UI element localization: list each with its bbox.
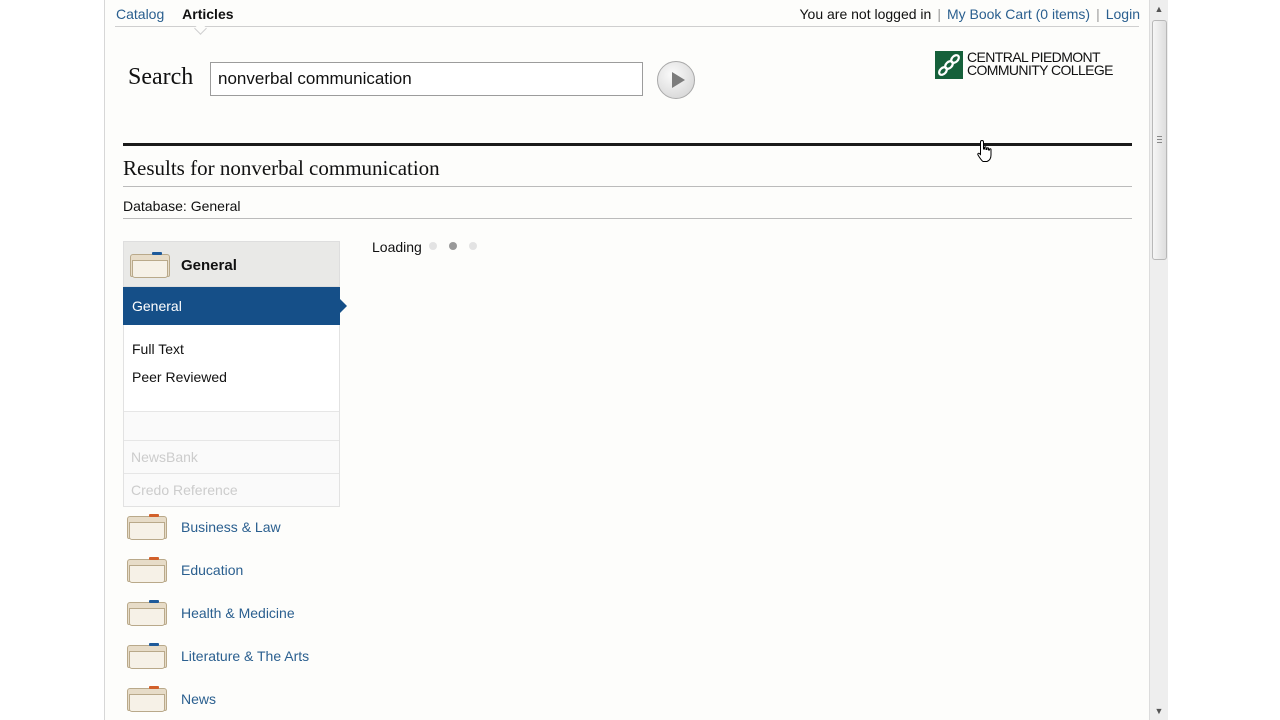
folder-icon — [127, 514, 167, 540]
play-icon — [672, 72, 685, 88]
divider — [123, 218, 1132, 219]
nav-catalog-link[interactable]: Catalog — [116, 6, 164, 22]
category-label: Education — [181, 562, 244, 578]
nav-divider — [115, 26, 1139, 27]
filter-peer-reviewed[interactable]: Peer Reviewed — [124, 369, 339, 397]
category-list: Business & Law Education Health & Medici… — [127, 507, 367, 720]
category-education[interactable]: Education — [127, 550, 367, 593]
logo-text: Central Piedmont Community College — [967, 50, 1114, 78]
folder-icon — [127, 600, 167, 626]
separator: | — [937, 6, 941, 22]
folder-icon — [127, 643, 167, 669]
category-business-law[interactable]: Business & Law — [127, 507, 367, 550]
divider — [123, 186, 1132, 187]
category-label: News — [181, 691, 217, 707]
category-news[interactable]: News — [127, 679, 367, 720]
hand-cursor-icon — [977, 139, 992, 162]
loading-dot — [449, 242, 457, 250]
separator: | — [1096, 6, 1100, 22]
subcategory-general[interactable]: General — [123, 287, 347, 325]
category-literature-arts[interactable]: Literature & The Arts — [127, 636, 367, 679]
loading-dot — [469, 242, 477, 250]
search-go-button[interactable] — [657, 61, 695, 99]
category-label: Literature & The Arts — [181, 648, 310, 664]
filter-list: Full Text Peer Reviewed — [123, 325, 340, 411]
nav-active-indicator — [194, 22, 207, 35]
category-health-medicine[interactable]: Health & Medicine — [127, 593, 367, 636]
login-status: You are not logged in — [799, 6, 932, 22]
search-label: Search — [128, 64, 194, 90]
book-cart-link[interactable]: My Book Cart (0 items) — [947, 6, 1090, 22]
category-label: Business & Law — [181, 519, 281, 535]
empty-row — [124, 411, 339, 440]
database-list: NewsBank Credo Reference — [123, 411, 340, 507]
filter-full-text[interactable]: Full Text — [124, 341, 339, 369]
login-link[interactable]: Login — [1106, 6, 1140, 22]
category-header-label: General — [181, 257, 237, 274]
loading-text: Loading — [372, 239, 422, 255]
folder-icon — [127, 557, 167, 583]
vertical-scrollbar[interactable]: ▲ ▼ — [1149, 0, 1168, 720]
user-bar: You are not logged in | My Book Cart (0 it… — [799, 6, 1140, 22]
database-credo-reference[interactable]: Credo Reference — [124, 473, 339, 506]
database-newsbank[interactable]: NewsBank — [124, 440, 339, 473]
nav-articles-tab[interactable]: Articles — [182, 6, 233, 22]
page-frame: Catalog Articles You are not logged in | M… — [104, 0, 1150, 720]
search-input[interactable] — [210, 62, 643, 96]
database-label: Database: General — [123, 198, 241, 214]
category-sidebar: General General Full Text Peer Reviewed … — [123, 241, 347, 507]
scroll-up-arrow-icon[interactable]: ▲ — [1150, 0, 1168, 18]
scroll-thumb[interactable] — [1152, 20, 1167, 260]
top-nav: Catalog Articles — [116, 6, 248, 22]
category-header-general[interactable]: General — [123, 241, 340, 287]
category-label: Health & Medicine — [181, 605, 295, 621]
loading-dot — [429, 242, 437, 250]
scroll-down-arrow-icon[interactable]: ▼ — [1150, 702, 1168, 720]
folder-icon — [130, 252, 170, 278]
logo-line-2: Community College — [967, 62, 1114, 78]
logo-chain-icon — [935, 51, 963, 79]
results-title: Results for nonverbal communication — [123, 156, 440, 180]
folder-icon — [127, 686, 167, 712]
